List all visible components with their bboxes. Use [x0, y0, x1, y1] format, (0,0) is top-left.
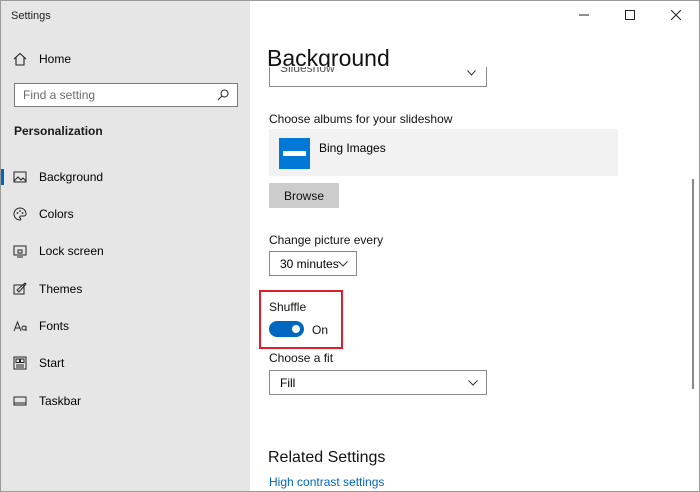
album-item[interactable]: Bing Images	[269, 129, 618, 176]
scrollbar[interactable]	[692, 179, 694, 389]
palette-icon	[13, 207, 27, 221]
album-thumbnail	[279, 138, 310, 169]
chevron-down-icon	[468, 380, 478, 386]
shuffle-toggle[interactable]	[269, 321, 304, 337]
home-label: Home	[39, 52, 72, 66]
window-controls	[561, 1, 699, 29]
sidebar-item-label: Start	[39, 356, 65, 370]
background-type-value: Slideshow	[280, 67, 335, 75]
themes-icon	[13, 282, 27, 296]
search-icon[interactable]	[217, 89, 229, 101]
minimize-icon	[579, 14, 589, 16]
sidebar-item-label: Fonts	[39, 319, 70, 333]
background-type-dropdown[interactable]: Slideshow	[269, 67, 487, 87]
change-picture-label: Change picture every	[269, 233, 384, 247]
shuffle-label: Shuffle	[269, 300, 307, 314]
section-title: Personalization	[14, 124, 103, 138]
search-placeholder: Find a setting	[23, 88, 96, 102]
shuffle-state: On	[312, 323, 329, 337]
sidebar-item-taskbar[interactable]: Taskbar	[1, 386, 250, 416]
change-picture-dropdown[interactable]: 30 minutes	[269, 251, 357, 276]
album-name: Bing Images	[319, 141, 386, 155]
search-input[interactable]: Find a setting	[14, 83, 238, 107]
browse-button[interactable]: Browse	[269, 183, 339, 208]
minimize-button[interactable]	[561, 1, 607, 29]
sidebar: Settings Home Find a setting Personaliza…	[1, 1, 250, 491]
chevron-down-icon	[338, 261, 348, 267]
sidebar-item-label: Colors	[39, 207, 74, 221]
shuffle-highlight-box	[259, 290, 343, 349]
maximize-icon	[625, 10, 635, 20]
sidebar-item-label: Taskbar	[39, 394, 82, 408]
maximize-button[interactable]	[607, 1, 653, 29]
albums-label: Choose albums for your slideshow	[269, 112, 453, 126]
start-icon	[13, 356, 27, 370]
sidebar-item-start[interactable]: Start	[1, 348, 250, 378]
sidebar-item-background[interactable]: Background	[1, 162, 250, 192]
chevron-down-icon	[467, 70, 476, 76]
fit-label: Choose a fit	[269, 351, 334, 365]
fit-value: Fill	[280, 375, 296, 390]
close-icon	[671, 10, 681, 20]
sidebar-item-label: Lock screen	[39, 244, 104, 258]
fit-dropdown[interactable]: Fill	[269, 370, 487, 395]
settings-window: Settings Home Find a setting Personaliza…	[0, 0, 700, 492]
app-title: Settings	[11, 10, 51, 22]
sidebar-item-lock-screen[interactable]: Lock screen	[1, 236, 250, 266]
taskbar-icon	[13, 394, 27, 408]
lock-screen-icon	[13, 244, 27, 258]
change-picture-value: 30 minutes	[280, 256, 339, 271]
fonts-icon	[13, 319, 27, 333]
sidebar-item-themes[interactable]: Themes	[1, 274, 250, 304]
main-content: Background Slideshow Choose albums for y…	[250, 1, 699, 491]
sidebar-item-fonts[interactable]: Fonts	[1, 311, 250, 341]
sidebar-item-label: Background	[39, 170, 104, 184]
home-icon	[13, 52, 27, 66]
sidebar-item-colors[interactable]: Colors	[1, 199, 250, 229]
home-nav-item[interactable]: Home	[13, 49, 71, 69]
close-button[interactable]	[653, 1, 699, 29]
image-icon	[13, 170, 27, 184]
high-contrast-link[interactable]: High contrast settings	[269, 475, 384, 489]
related-settings-title: Related Settings	[268, 449, 386, 466]
sidebar-item-label: Themes	[39, 282, 83, 296]
